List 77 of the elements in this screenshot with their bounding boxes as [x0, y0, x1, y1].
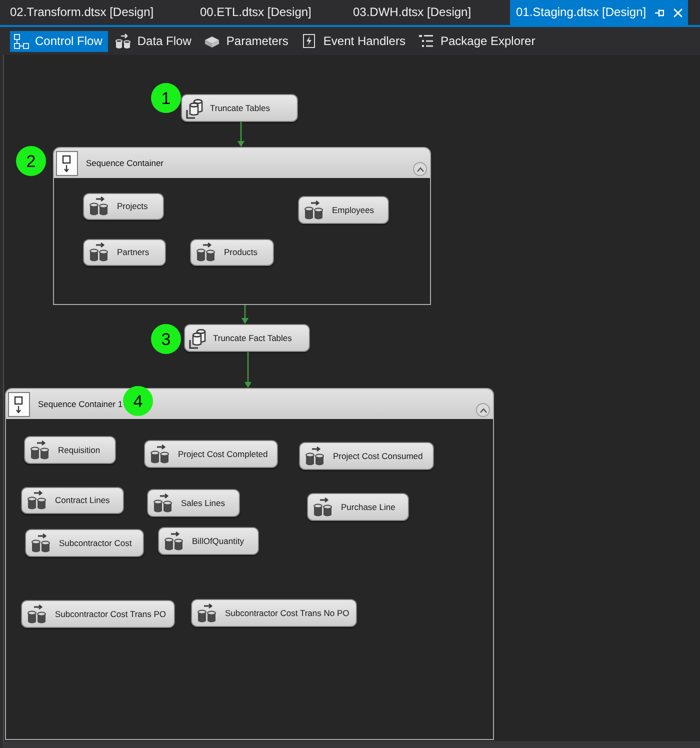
- task-node[interactable]: Partners: [83, 239, 166, 266]
- database-arrow-icon: [163, 530, 185, 552]
- task-label: Subcontractor Cost Trans No PO: [225, 606, 350, 620]
- database-arrow-icon: [88, 242, 110, 263]
- task-node[interactable]: Projects: [83, 193, 164, 220]
- task-node[interactable]: Truncate Tables: [181, 94, 298, 122]
- task-node[interactable]: Employees: [298, 196, 389, 224]
- sequence-container[interactable]: Sequence Container Projects Employees Partners Products: [53, 147, 431, 305]
- collapse-button[interactable]: [476, 403, 490, 417]
- flowchart-icon: [13, 33, 29, 49]
- task-label: Requisition: [58, 444, 100, 456]
- task-label: BillOfQuantity: [192, 534, 244, 548]
- database-arrow-icon: [196, 602, 218, 624]
- sequence-container[interactable]: [5, 388, 494, 740]
- task-node[interactable]: Project Cost Completed: [144, 440, 278, 468]
- document-tab[interactable]: 03.DWH.dtsx [Design]: [343, 0, 510, 25]
- task-label: Truncate Tables: [210, 102, 270, 114]
- designer-tab[interactable]: Parameters: [201, 30, 294, 52]
- designer-tab[interactable]: Data Flow: [112, 30, 198, 52]
- task-node[interactable]: BillOfQuantity: [158, 527, 259, 555]
- tree-list-icon: [418, 33, 434, 49]
- database-arrow-icon: [88, 196, 110, 217]
- task-label: Project Cost Completed: [178, 448, 268, 460]
- precedence-arrow[interactable]: [238, 122, 244, 147]
- close-icon[interactable]: [673, 8, 684, 18]
- database-icon: [186, 98, 203, 118]
- task-node[interactable]: Products: [190, 239, 274, 266]
- precedence-arrow[interactable]: [244, 352, 252, 388]
- task-label: Purchase Line: [341, 500, 396, 514]
- task-node[interactable]: Contract Lines: [21, 487, 124, 514]
- task-node[interactable]: Sales Lines: [147, 489, 240, 517]
- database-arrow-icon: [195, 242, 217, 263]
- document-tab[interactable]: 00.ETL.dtsx [Design]: [190, 0, 343, 25]
- database-arrow-icon: [149, 444, 171, 464]
- precedence-arrow[interactable]: [242, 305, 248, 324]
- step-badge: 1: [151, 83, 181, 113]
- chevron-up-icon: [480, 408, 486, 412]
- task-label: Projects: [117, 200, 148, 213]
- designer-tab[interactable]: Control Flow: [10, 30, 108, 52]
- chevron-up-icon: [416, 166, 424, 172]
- task-node[interactable]: Truncate Fact Tables: [184, 324, 310, 352]
- designer-tab[interactable]: Event Handlers: [298, 30, 412, 52]
- task-node[interactable]: Project Cost Consumed: [299, 442, 434, 470]
- task-label: Employees: [332, 204, 374, 216]
- document-tab[interactable]: 01.Staging.dtsx [Design]: [510, 0, 688, 25]
- database-arrow-icon: [26, 604, 48, 624]
- task-label: Products: [224, 246, 258, 259]
- database-arrow-icon: [115, 33, 132, 49]
- container-title: Sequence Container: [86, 156, 164, 170]
- collapse-button[interactable]: [413, 162, 427, 176]
- designer-tab[interactable]: Package Explorer: [415, 30, 542, 52]
- database-arrow-icon: [312, 496, 334, 518]
- task-label: Partners: [117, 246, 150, 259]
- task-label: Subcontractor Cost: [59, 536, 132, 550]
- task-label: Sales Lines: [181, 496, 225, 510]
- task-node[interactable]: Requisition: [24, 436, 116, 464]
- task-label: Contract Lines: [55, 494, 110, 507]
- pin-icon[interactable]: [655, 8, 664, 16]
- database-arrow-icon: [152, 492, 174, 514]
- task-node[interactable]: Subcontractor Cost Trans PO: [21, 600, 175, 628]
- task-node[interactable]: Purchase Line: [307, 493, 409, 521]
- document-tab[interactable]: 02.Transform.dtsx [Design]: [0, 0, 190, 25]
- database-arrow-icon: [29, 440, 51, 460]
- database-arrow-icon: [30, 532, 52, 554]
- database-arrow-icon: [304, 446, 326, 466]
- database-icon: [189, 328, 206, 348]
- task-node[interactable]: Subcontractor Cost Trans No PO: [191, 599, 357, 627]
- step-badge: 3: [151, 324, 181, 354]
- step-badge: 2: [16, 146, 46, 176]
- task-label: Project Cost Consumed: [333, 450, 423, 462]
- lightning-document-icon: [301, 33, 318, 49]
- task-label: Subcontractor Cost Trans PO: [55, 608, 166, 620]
- task-label: Truncate Fact Tables: [213, 332, 292, 344]
- database-arrow-icon: [26, 490, 48, 511]
- database-arrow-icon: [303, 200, 325, 220]
- task-node[interactable]: Subcontractor Cost: [25, 529, 144, 557]
- container-title: Sequence Container 1: [38, 398, 123, 410]
